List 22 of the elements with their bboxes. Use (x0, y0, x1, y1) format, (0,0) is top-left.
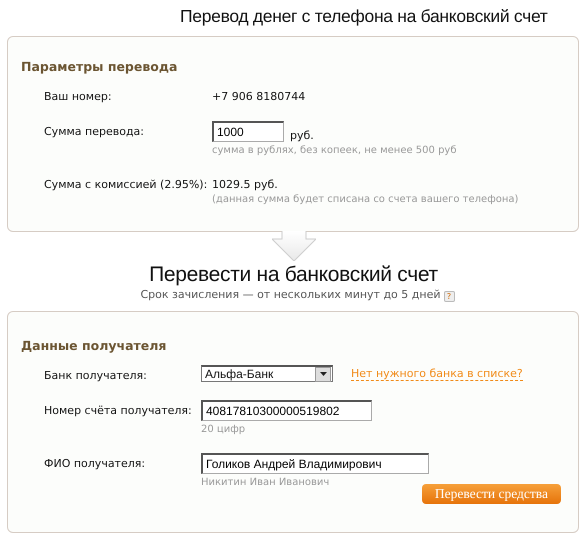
input-field[interactable]: Голиков Андрей Владимирович (201, 453, 429, 474)
section-heading: Параметры перевода (21, 59, 178, 74)
field-value: 1029.5 руб. (212, 177, 279, 191)
field-hint: (данная сумма будет списана со счета вашего телефона) (212, 194, 520, 205)
unit-label: руб. (290, 129, 314, 142)
bank-dropdown[interactable]: Альфа-Банк (201, 365, 333, 382)
field-label: Номер счёта получателя: (44, 403, 193, 419)
section-heading: Данные получателя (21, 338, 168, 353)
field-hint: 20 цифр (201, 424, 246, 435)
field-label: Банк получателя: (44, 368, 148, 382)
section-title: Перевести на банковский счет (149, 263, 438, 287)
field-hint: Никитин Иван Иванович (201, 477, 330, 488)
field-label: Сумма перевода: (44, 124, 145, 140)
input-field[interactable]: 1000 (212, 121, 284, 142)
subtitle: Срок зачисления — от нескольких минут до 5 дней (140, 288, 440, 301)
field-value: +7 906 8180744 (212, 89, 306, 103)
input-field[interactable]: 40817810300000519802 (201, 400, 372, 421)
field-hint: сумма в рублях, без копеек, не менее 500 руб (212, 145, 458, 156)
field-label: Сумма с комиссией (2.95%): (44, 177, 208, 193)
page-title: Перевод денег с телефона на банковский счет (179, 5, 549, 28)
field-label: Ваш номер: (44, 89, 113, 103)
field-label: ФИО получателя: (44, 456, 146, 472)
